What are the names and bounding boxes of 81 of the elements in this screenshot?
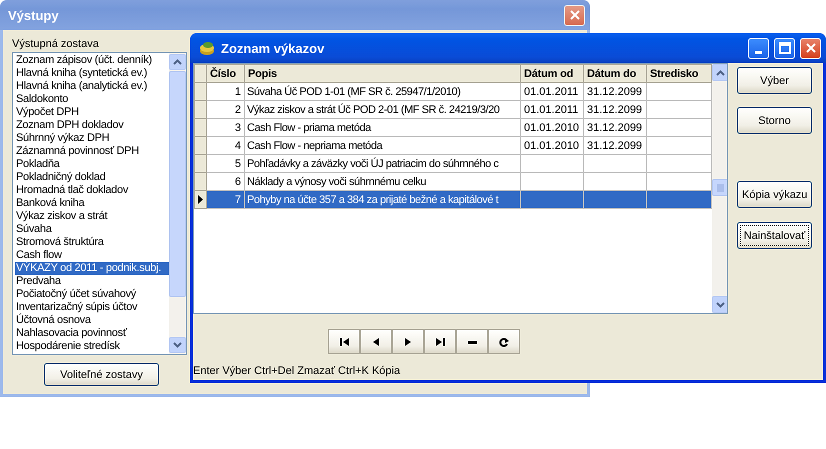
table-cell: 31.12.2099 [584, 82, 646, 100]
list-item[interactable]: Výkaz ziskov a strát [15, 210, 169, 223]
close-icon [568, 8, 582, 22]
table-cell: Cash Flow - nepriama metóda [244, 136, 520, 154]
action-button[interactable]: Nainštalovať [737, 222, 812, 249]
list-item[interactable]: Hospodárenie stredísk [15, 340, 169, 353]
table-cell: Pohľadávky a záväzky voči ÚJ patriacim do súhrnného c [244, 154, 520, 172]
list-item[interactable]: Účtovná osnova [15, 314, 169, 327]
grip-icon [717, 184, 724, 192]
action-button[interactable]: Storno [737, 107, 812, 134]
table-cell: 1 [206, 82, 244, 100]
skip-start-icon [338, 336, 350, 347]
list-item[interactable]: Predvaha [15, 275, 169, 288]
refresh-button[interactable] [488, 329, 520, 354]
close-icon [804, 42, 816, 54]
list-item[interactable]: Hromadná tlač dokladov [15, 184, 169, 197]
previous-record-button[interactable] [360, 329, 392, 354]
status-text: Enter Výber Ctrl+Del Zmazať Ctrl+K Kópia [193, 364, 402, 379]
report-list[interactable] [12, 52, 187, 355]
list-item[interactable]: Hlavná kniha (syntetická ev.) [15, 67, 169, 80]
list-item[interactable]: Záznamná povinnosť DPH [15, 145, 169, 158]
close-button[interactable] [564, 4, 585, 26]
first-record-button[interactable] [328, 329, 360, 354]
list-item[interactable]: Zoznam zápisov (účt. denník) [15, 54, 169, 67]
table-cell: 31.12.2099 [584, 118, 646, 136]
action-button[interactable]: Výber [737, 67, 812, 94]
list-label: Výstupná zostava [12, 38, 99, 51]
table-cell: Súvaha Úč POD 1-01 (MF SR č. 25947/1/2010) [244, 82, 520, 100]
row-pointer-icon [198, 195, 203, 204]
list-item[interactable]: Hlavná kniha (analytická ev.) [15, 80, 169, 93]
table-cell: Pohyby na účte 357 a 384 za prijaté bežné a kapitálové t [244, 190, 520, 208]
table-cell: 31.12.2099 [584, 100, 646, 118]
table-cell: 01.01.2010 [520, 136, 584, 154]
list-item[interactable]: Počiatočný účet súvahový [15, 288, 169, 301]
refresh-icon [498, 336, 510, 347]
column-header[interactable]: Číslo [206, 64, 244, 82]
table-cell: 3 [206, 118, 244, 136]
right-triangle-icon [402, 336, 414, 347]
list-item[interactable]: Saldokonto [15, 93, 169, 106]
minimize-button[interactable] [748, 38, 769, 58]
list-item[interactable]: Výpočet DPH [15, 106, 169, 119]
table-cell: 31.12.2099 [584, 136, 646, 154]
table-cell: 01.01.2010 [520, 118, 584, 136]
list-item[interactable]: Pokladňa [15, 158, 169, 171]
last-record-button[interactable] [424, 329, 456, 354]
table-cell: 5 [206, 154, 244, 172]
coins-icon [198, 40, 216, 56]
table-cell: 7 [206, 190, 244, 208]
scrollbar[interactable] [712, 64, 727, 314]
list-item[interactable]: Nahlasovacia povinnosť [15, 327, 169, 340]
window-title: Zoznam výkazov [221, 40, 326, 56]
left-triangle-icon [370, 336, 382, 347]
column-header[interactable]: Dátum od [520, 64, 584, 82]
list-item[interactable]: Zoznam DPH dokladov [15, 119, 169, 132]
table-cell: Cash Flow - priama metóda [244, 118, 520, 136]
table-cell: 2 [206, 100, 244, 118]
list-item[interactable]: Banková kniha [15, 197, 169, 210]
table-cell: 4 [206, 136, 244, 154]
maximize-button[interactable] [774, 38, 795, 58]
list-item[interactable]: Súhrnný výkaz DPH [15, 132, 169, 145]
window-title: Výstupy [8, 8, 60, 22]
table-cell: 01.01.2011 [520, 100, 584, 118]
list-item[interactable]: Cash flow [15, 249, 169, 262]
next-record-button[interactable] [392, 329, 424, 354]
list-item[interactable]: Pokladničný doklad [15, 171, 169, 184]
action-button[interactable]: Kópia výkazu [737, 181, 812, 208]
list-item[interactable]: Súvaha [15, 223, 169, 236]
maximize-icon [778, 42, 790, 54]
column-header[interactable]: Popis [244, 64, 520, 82]
list-item[interactable]: Stromová štruktúra [15, 236, 169, 249]
table-cell: 01.01.2011 [520, 82, 584, 100]
optional-reports-button[interactable]: Voliteľné zostavy [44, 363, 159, 386]
table-cell: Výkaz ziskov a strát Úč POD 2-01 (MF SR č. 24219/3/20 [244, 100, 520, 118]
column-header[interactable]: Dátum do [584, 64, 646, 82]
skip-end-icon [434, 336, 446, 347]
delete-record-button[interactable] [456, 329, 488, 354]
minimize-icon [755, 50, 762, 54]
scrollbar[interactable] [169, 53, 186, 354]
column-header[interactable]: Stredisko [646, 64, 712, 82]
list-item[interactable]: VÝKAZY od 2011 - podnik.subj. [15, 262, 169, 275]
list-item[interactable]: Inventarizačný súpis účtov [15, 301, 169, 314]
